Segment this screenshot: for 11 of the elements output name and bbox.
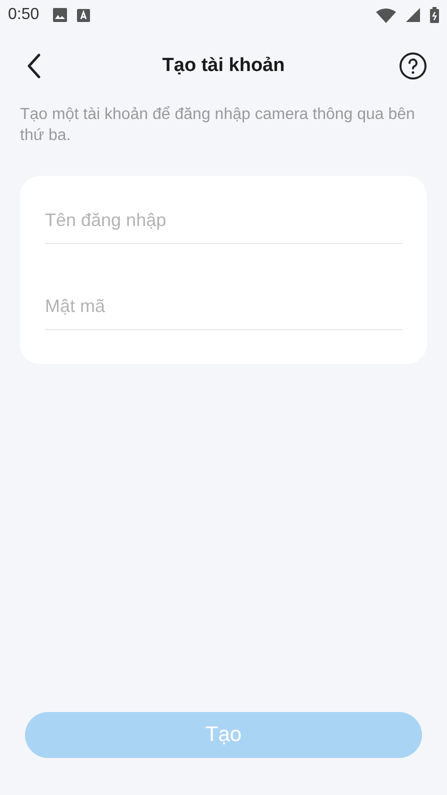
battery-icon [430, 7, 439, 23]
signal-icon [406, 8, 420, 22]
status-time: 0:50 [8, 6, 40, 24]
username-field[interactable]: Tên đăng nhập [45, 198, 402, 244]
help-button[interactable] [399, 52, 427, 80]
page-title: Tạo tài khoản [161, 55, 286, 77]
password-field[interactable]: Mật mã [45, 284, 402, 330]
app-icon [77, 8, 90, 22]
wifi-icon [376, 8, 396, 22]
image-icon [53, 8, 68, 22]
description-text: Tạo một tài khoản để đăng nhập camera thông qua bên thứ ba. [20, 105, 416, 146]
